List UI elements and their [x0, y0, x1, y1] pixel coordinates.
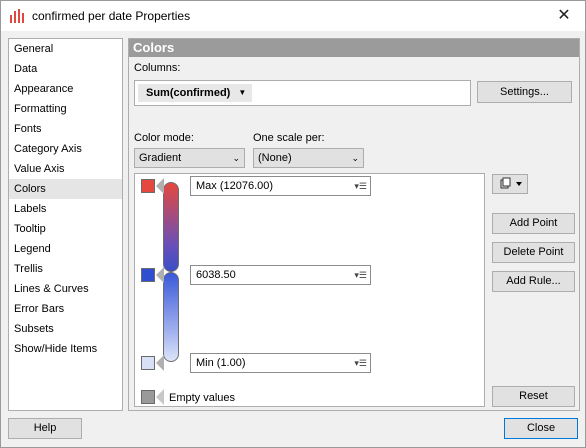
min-value-text: Min (1.00) [196, 357, 246, 369]
add-rule-button[interactable]: Add Rule... [492, 271, 575, 292]
chevron-down-icon: ⌄ [351, 153, 359, 163]
panel-title: Colors [129, 39, 579, 57]
sidebar-item-category-axis[interactable]: Category Axis [9, 139, 122, 159]
chevron-down-icon: ⌄ [232, 153, 240, 163]
sidebar-item-tooltip[interactable]: Tooltip [9, 219, 122, 239]
column-chip-label: Sum(confirmed) [146, 87, 231, 99]
add-point-button[interactable]: Add Point [492, 213, 575, 234]
category-list: General Data Appearance Formatting Fonts Cate… [8, 38, 123, 411]
one-scale-label: One scale per: [253, 132, 325, 144]
copy-scheme-button[interactable] [492, 174, 528, 194]
max-value-text: Max (12076.00) [196, 180, 274, 192]
bar-chart-icon [10, 9, 24, 23]
sidebar-item-formatting[interactable]: Formatting [9, 99, 122, 119]
columns-label: Columns: [134, 62, 181, 74]
empty-handle [156, 389, 164, 405]
properties-dialog: confirmed per date Properties ✕ General D… [0, 0, 586, 448]
min-handle[interactable] [156, 355, 164, 371]
min-color-swatch[interactable] [141, 356, 155, 370]
sidebar-item-fonts[interactable]: Fonts [9, 119, 122, 139]
mid-value-text: 6038.50 [196, 269, 236, 281]
max-color-swatch[interactable] [141, 179, 155, 193]
sidebar-item-lines-curves[interactable]: Lines & Curves [9, 279, 122, 299]
sidebar-item-subsets[interactable]: Subsets [9, 319, 122, 339]
delete-point-button[interactable]: Delete Point [492, 242, 575, 263]
window-title: confirmed per date Properties [32, 9, 191, 23]
field-menu-icon[interactable]: ▾☰ [354, 354, 367, 372]
sidebar-item-trellis[interactable]: Trellis [9, 259, 122, 279]
gradient-bar-upper [163, 182, 179, 272]
color-mode-label: Color mode: [134, 132, 194, 144]
gradient-editor: Max (12076.00) ▾☰ 6038.50 ▾☰ Min (1.00) ▾☰ … [134, 173, 485, 407]
help-button[interactable]: Help [8, 418, 82, 439]
one-scale-select[interactable]: (None) ⌄ [253, 148, 364, 168]
gradient-bar-lower [163, 272, 179, 362]
sidebar-item-legend[interactable]: Legend [9, 239, 122, 259]
sidebar-item-show-hide-items[interactable]: Show/Hide Items [9, 339, 122, 359]
max-value-field[interactable]: Max (12076.00) ▾☰ [190, 176, 371, 196]
min-value-field[interactable]: Min (1.00) ▾☰ [190, 353, 371, 373]
max-handle[interactable] [156, 178, 164, 194]
columns-box: Sum(confirmed) ▼ [134, 80, 471, 106]
sidebar-item-value-axis[interactable]: Value Axis [9, 159, 122, 179]
settings-button[interactable]: Settings... [477, 81, 572, 103]
one-scale-value: (None) [258, 152, 292, 164]
mid-handle[interactable] [156, 267, 164, 283]
sidebar-item-error-bars[interactable]: Error Bars [9, 299, 122, 319]
copy-icon [500, 177, 522, 189]
sidebar-item-labels[interactable]: Labels [9, 199, 122, 219]
column-chip[interactable]: Sum(confirmed) ▼ [138, 84, 253, 102]
colors-panel: Colors Columns: Sum(confirmed) ▼ Settings… [128, 38, 580, 411]
sidebar-item-general[interactable]: General [9, 39, 122, 59]
mid-color-swatch[interactable] [141, 268, 155, 282]
color-mode-select[interactable]: Gradient ⌄ [134, 148, 245, 168]
field-menu-icon[interactable]: ▾☰ [354, 177, 367, 195]
sidebar-item-data[interactable]: Data [9, 59, 122, 79]
close-button[interactable]: Close [504, 418, 578, 439]
mid-value-field[interactable]: 6038.50 ▾☰ [190, 265, 371, 285]
reset-button[interactable]: Reset [492, 386, 575, 407]
close-icon[interactable]: ✕ [549, 4, 579, 28]
chevron-down-icon: ▼ [238, 88, 247, 98]
title-bar: confirmed per date Properties ✕ [1, 1, 585, 31]
color-mode-value: Gradient [139, 152, 182, 164]
field-menu-icon[interactable]: ▾☰ [354, 266, 367, 284]
sidebar-item-colors[interactable]: Colors [9, 179, 122, 199]
empty-values-label: Empty values [169, 392, 236, 404]
sidebar-item-appearance[interactable]: Appearance [9, 79, 122, 99]
empty-color-swatch[interactable] [141, 390, 155, 404]
